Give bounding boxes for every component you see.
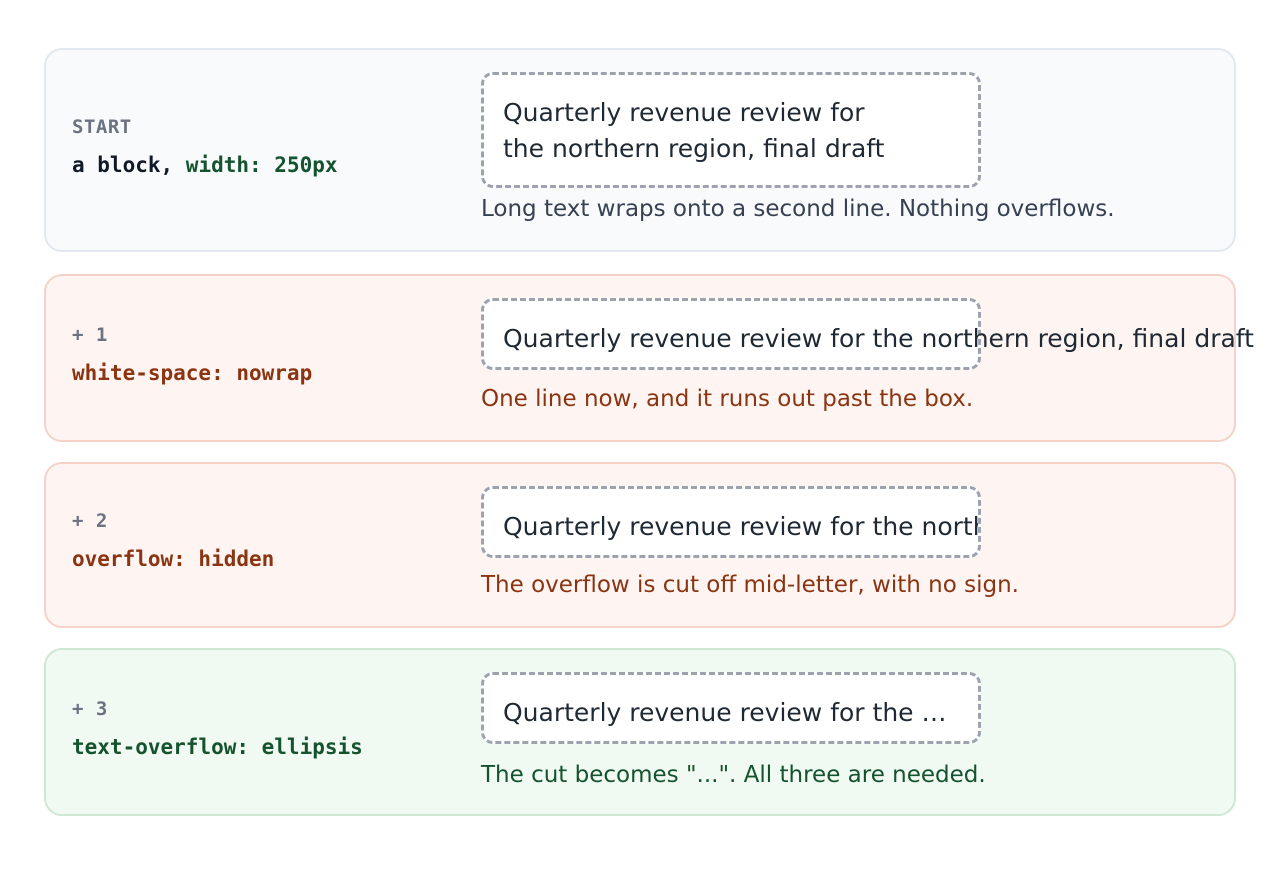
css-rule-declaration: width: 250px: [185, 153, 338, 177]
step-label-group: + 1 white-space: nowrap: [72, 322, 312, 388]
demo-text: Quarterly revenue review for the norther…: [503, 698, 978, 727]
step-label-group: START a block, width: 250px: [72, 114, 338, 180]
css-rule: a block, width: 250px: [72, 150, 338, 180]
demo-box: Quarterly revenue review for the norther…: [481, 72, 981, 188]
explanation-note: One line now, and it runs out past the b…: [481, 386, 974, 412]
css-rule: text-overflow: ellipsis: [72, 735, 363, 759]
comparison-list: START a block, width: 250px Quarterly re…: [44, 48, 1254, 838]
demo-text: Quarterly revenue review for the norther…: [503, 512, 978, 541]
demo-box: Quarterly revenue review for the norther…: [481, 486, 981, 558]
css-rule-selector: a block,: [72, 153, 186, 177]
demo-text: Quarterly revenue review for the norther…: [503, 324, 1254, 353]
step-label: + 2: [72, 510, 108, 532]
step-card-start: START a block, width: 250px Quarterly re…: [44, 48, 1236, 252]
explanation-note: Long text wraps onto a second line. Noth…: [481, 196, 1115, 222]
step-label: + 1: [72, 324, 108, 346]
css-rule: white-space: nowrap: [72, 361, 313, 385]
explanation-note: The cut becomes "...". All three are nee…: [481, 762, 986, 788]
demo-box: Quarterly revenue review for the norther…: [481, 298, 1254, 370]
demo-box: Quarterly revenue review for the norther…: [481, 672, 981, 744]
step-label: START: [72, 116, 132, 138]
css-rule: overflow: hidden: [72, 547, 275, 571]
demo-text: Quarterly revenue review for the norther…: [503, 98, 885, 163]
step-card-overflow-hidden: + 2 overflow: hidden Quarterly revenue r…: [44, 462, 1236, 628]
step-label-group: + 3 text-overflow: ellipsis: [72, 696, 363, 762]
step-card-nowrap: + 1 white-space: nowrap Quarterly revenu…: [44, 274, 1254, 442]
step-label: + 3: [72, 698, 108, 720]
step-label-group: + 2 overflow: hidden: [72, 508, 274, 574]
step-card-ellipsis: + 3 text-overflow: ellipsis Quarterly re…: [44, 648, 1236, 816]
explanation-note: The overflow is cut off mid-letter, with…: [481, 572, 1019, 598]
